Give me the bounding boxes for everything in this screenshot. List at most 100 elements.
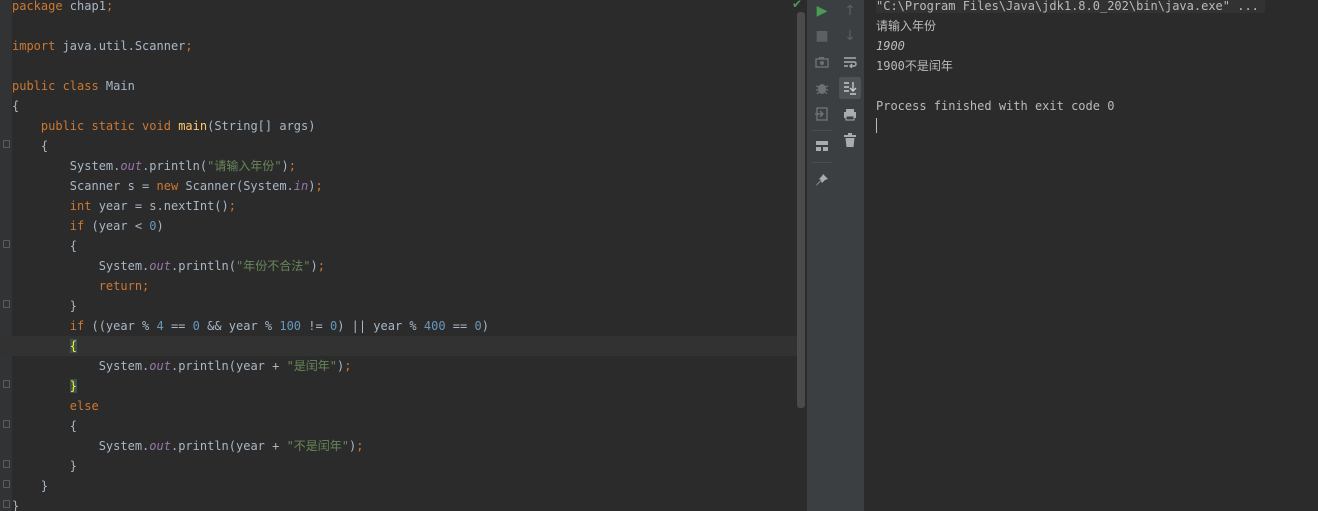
code-token: .println(year +	[170, 359, 287, 373]
code-token: ==	[445, 319, 475, 333]
code-lines[interactable]: package chap1; import java.util.Scanner;…	[0, 0, 802, 511]
code-line[interactable]: System.out.println(year + "不是闰年");	[12, 436, 802, 456]
code-line[interactable]: }	[12, 496, 802, 511]
layout-icon[interactable]	[811, 135, 833, 157]
code-token: chap1	[62, 0, 106, 13]
editor-gutter	[0, 0, 12, 511]
code-token: ;	[315, 179, 323, 193]
code-line[interactable]: System.out.println("年份不合法");	[12, 256, 802, 276]
exit-icon[interactable]	[811, 103, 833, 125]
fold-marker[interactable]	[3, 420, 10, 428]
console-output-line: 1900不是闰年	[876, 59, 953, 73]
code-token: int	[69, 199, 92, 213]
code-token: }	[12, 479, 49, 493]
code-token: ;	[356, 439, 364, 453]
pin-icon[interactable]	[811, 169, 833, 191]
code-token: ) || year %	[337, 319, 424, 333]
arrow-down-icon[interactable]: ↓	[839, 25, 861, 47]
fold-marker[interactable]	[3, 500, 10, 508]
code-token: if	[69, 319, 85, 333]
fold-marker[interactable]	[3, 480, 10, 488]
code-token: if	[69, 219, 85, 233]
code-token: ;	[317, 259, 325, 273]
code-token: ;	[185, 39, 193, 53]
code-token: return;	[98, 279, 150, 293]
code-line[interactable]: else	[12, 396, 802, 416]
print-icon[interactable]	[839, 103, 861, 125]
code-token: Scanner(System.	[178, 179, 294, 193]
code-token: {	[69, 339, 78, 353]
code-line[interactable]: }	[12, 296, 802, 316]
code-token: out	[149, 439, 171, 453]
code-line[interactable]: }	[12, 476, 802, 496]
code-token: import	[12, 39, 56, 53]
code-line[interactable]: {	[12, 236, 802, 256]
code-line[interactable]: System.out.println("请输入年份");	[12, 156, 802, 176]
code-token: ;	[288, 159, 297, 173]
code-line[interactable]: }	[12, 456, 802, 476]
code-token: ;	[344, 359, 352, 373]
code-line[interactable]: import java.util.Scanner;	[12, 36, 802, 56]
code-line[interactable]: public static void main(String[] args)	[12, 116, 802, 136]
code-token: .println(	[142, 159, 208, 173]
inspection-ok-icon: ✔	[792, 0, 803, 11]
fold-marker[interactable]	[3, 240, 10, 248]
code-token: ((year %	[84, 319, 157, 333]
code-token: )	[481, 319, 489, 333]
code-token: {	[12, 239, 78, 253]
console-command-line: "C:\Program Files\Java\jdk1.8.0_202\bin\…	[876, 0, 1265, 16]
fold-marker[interactable]	[3, 300, 10, 308]
scroll-to-end-icon[interactable]	[839, 77, 861, 99]
code-line[interactable]	[12, 56, 802, 76]
bug-icon[interactable]	[811, 77, 833, 99]
code-line[interactable]: if (year < 0)	[12, 216, 802, 236]
code-token: (String[] args)	[207, 119, 316, 133]
code-line[interactable]: {	[12, 416, 802, 436]
code-token: 4	[156, 319, 164, 333]
code-line[interactable]: {	[0, 336, 802, 356]
editor-scrollbar[interactable]	[797, 12, 805, 408]
code-token: in	[293, 179, 309, 193]
soft-wrap-icon[interactable]	[839, 51, 861, 73]
console-exit-message: Process finished with exit code 0	[876, 99, 1115, 113]
code-token: }	[12, 459, 78, 473]
code-line[interactable]: public class Main	[12, 76, 802, 96]
code-line[interactable]: if ((year % 4 == 0 && year % 100 != 0) |…	[12, 316, 802, 336]
arrow-up-icon[interactable]: ↑	[839, 0, 861, 22]
code-line[interactable]: }	[12, 376, 802, 396]
code-line[interactable]: Scanner s = new Scanner(System.in);	[12, 176, 802, 196]
toolbar-separator	[812, 162, 832, 163]
code-line[interactable]: package chap1;	[12, 0, 802, 16]
trash-icon[interactable]	[839, 129, 861, 151]
stop-icon[interactable]: ■	[811, 25, 833, 47]
code-line[interactable]: System.out.println(year + "是闰年");	[12, 356, 802, 376]
run-console[interactable]: "C:\Program Files\Java\jdk1.8.0_202\bin\…	[865, 0, 1318, 511]
play-icon[interactable]: ▶	[811, 0, 833, 22]
code-line[interactable]	[12, 16, 802, 36]
console-toolbar: ↑ ↓	[836, 0, 865, 511]
fold-marker[interactable]	[3, 380, 10, 388]
fold-marker[interactable]	[3, 460, 10, 468]
code-line[interactable]: {	[12, 136, 802, 156]
code-token: main	[178, 119, 208, 133]
code-token: Scanner s =	[12, 179, 157, 193]
code-line[interactable]: int year = s.nextInt();	[12, 196, 802, 216]
fold-marker[interactable]	[3, 140, 10, 148]
code-token: {	[12, 139, 49, 153]
console-caret[interactable]	[876, 118, 877, 133]
camera-icon[interactable]	[811, 51, 833, 73]
code-line[interactable]: {	[12, 96, 802, 116]
code-line[interactable]: return;	[12, 276, 802, 296]
code-token: )	[281, 159, 289, 173]
code-token: 400	[423, 319, 446, 333]
code-token: {	[12, 99, 20, 113]
command-text: "C:\Program Files\Java\jdk1.8.0_202\bin\…	[876, 0, 1265, 13]
code-token: "是闰年"	[286, 359, 338, 373]
code-token: (year <	[84, 219, 150, 233]
code-editor[interactable]: package chap1; import java.util.Scanner;…	[0, 0, 806, 511]
